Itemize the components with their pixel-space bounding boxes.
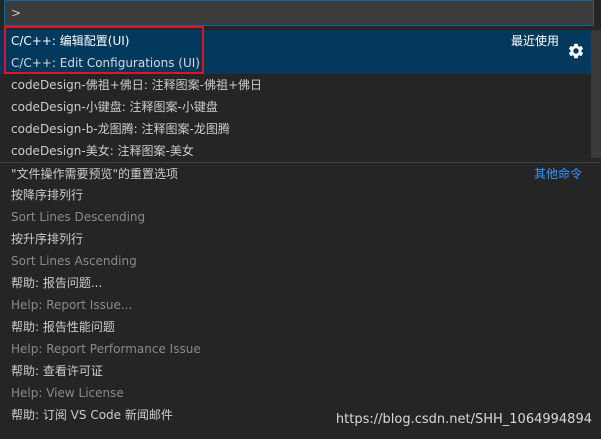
command-item-codedesign-dragon[interactable]: codeDesign-b-龙图腾: 注释图案-龙图腾 — [0, 118, 601, 140]
other-commands-link[interactable]: 其他命令 — [534, 163, 582, 185]
command-item-description: Sort Lines Ascending — [11, 254, 137, 268]
command-item-description: C/C++: Edit Configurations (UI) — [11, 56, 200, 70]
command-item-reset-preview-options[interactable]: "文件操作需要预览"的重置选项 其他命令 — [0, 162, 601, 184]
command-item-report-performance-issue[interactable]: 帮助: 报告性能问题 Help: Report Performance Issu… — [0, 316, 601, 360]
command-item-cpp-edit-configurations[interactable]: C/C++: 编辑配置(UI) C/C++: Edit Configuratio… — [0, 30, 601, 74]
command-item-label: 按降序排列行 — [11, 188, 84, 202]
command-item-description: Help: View License — [11, 386, 124, 400]
command-item-label: codeDesign-小键盘: 注释图案-小键盘 — [11, 100, 218, 114]
command-list: C/C++: 编辑配置(UI) C/C++: Edit Configuratio… — [0, 30, 601, 426]
command-item-label: codeDesign-美女: 注释图案-美女 — [11, 144, 194, 158]
command-item-label: "文件操作需要预览"的重置选项 — [11, 167, 179, 181]
command-item-label: codeDesign-佛祖+佛日: 注释图案-佛祖+佛日 — [11, 78, 262, 92]
gear-icon[interactable] — [567, 42, 585, 60]
command-item-codedesign-fozu[interactable]: codeDesign-佛祖+佛日: 注释图案-佛祖+佛日 — [0, 74, 601, 96]
command-item-label: 帮助: 报告性能问题 — [11, 320, 115, 334]
scrollbar[interactable] — [591, 30, 601, 158]
command-item-label: 帮助: 报告问题... — [11, 276, 103, 290]
recently-used-label: 最近使用 — [510, 34, 559, 48]
command-item-label: 按升序排列行 — [11, 232, 84, 246]
command-item-view-license[interactable]: 帮助: 查看许可证 Help: View License — [0, 360, 601, 404]
command-item-codedesign-keyboard[interactable]: codeDesign-小键盘: 注释图案-小键盘 — [0, 96, 601, 118]
watermark: https://blog.csdn.net/SHH_1064994894 — [335, 412, 592, 427]
command-item-report-issue[interactable]: 帮助: 报告问题... Help: Report Issue... — [0, 272, 601, 316]
command-item-description: Help: Report Performance Issue — [11, 342, 201, 356]
command-input[interactable] — [5, 1, 593, 25]
command-input-box[interactable] — [4, 0, 594, 26]
command-item-label: codeDesign-b-龙图腾: 注释图案-龙图腾 — [11, 122, 230, 136]
command-item-description: Help: Report Issue... — [11, 298, 133, 312]
command-item-sort-lines-descending[interactable]: 按降序排列行 Sort Lines Descending — [0, 184, 601, 228]
command-item-label: 帮助: 查看许可证 — [11, 364, 103, 378]
command-item-sort-lines-ascending[interactable]: 按升序排列行 Sort Lines Ascending — [0, 228, 601, 272]
command-item-codedesign-beauty[interactable]: codeDesign-美女: 注释图案-美女 — [0, 140, 601, 162]
command-palette: C/C++: 编辑配置(UI) C/C++: Edit Configuratio… — [0, 0, 601, 439]
command-item-description: Sort Lines Descending — [11, 210, 146, 224]
